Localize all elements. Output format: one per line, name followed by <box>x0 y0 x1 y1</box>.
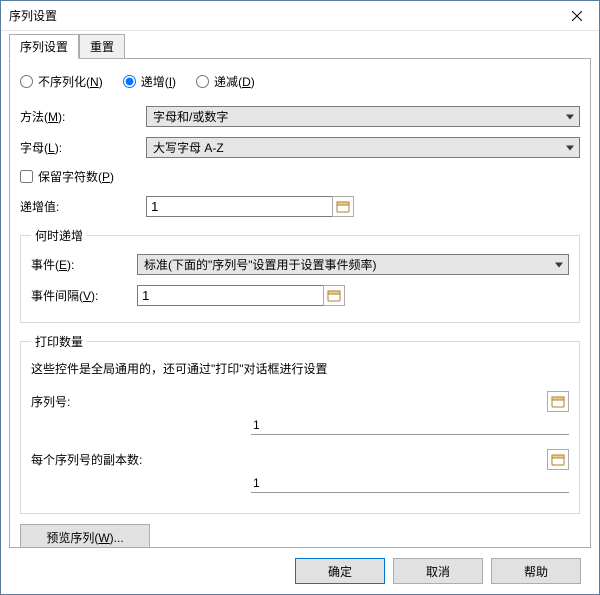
radio-none[interactable]: 不序列化(N) <box>20 73 103 90</box>
radio-none-input[interactable] <box>20 75 33 88</box>
radio-decrement-input[interactable] <box>196 75 209 88</box>
spin-event-interval <box>137 285 317 306</box>
row-event-interval: 事件间隔(V): <box>31 285 569 306</box>
row-copies: 每个序列号的副本数: <box>31 449 569 493</box>
serial-number-source-button[interactable] <box>547 391 569 412</box>
row-serial-number: 序列号: <box>31 391 569 435</box>
combo-alphabet[interactable]: 大写字母 A-Z <box>146 137 580 158</box>
dialog-window: 序列设置 序列设置 重置 不序列化(N) <box>0 0 600 595</box>
radio-none-label: 不序列化(N) <box>38 73 103 90</box>
group-when-increment: 何时递增 事件(E): 标准(下面的"序列号"设置用于设置事件频率) 事件间隔(… <box>20 227 580 323</box>
legend-print-quantity: 打印数量 <box>31 333 87 350</box>
print-description: 这些控件是全局通用的，还可通过"打印"对话框进行设置 <box>31 360 569 377</box>
combo-method-wrap: 字母和/或数字 <box>146 106 580 127</box>
database-icon <box>551 454 565 466</box>
event-interval-source-button[interactable] <box>323 285 345 306</box>
legend-when-increment: 何时递增 <box>31 227 87 244</box>
row-alphabet: 字母(L): 大写字母 A-Z <box>20 137 580 158</box>
tab-serialization[interactable]: 序列设置 <box>9 34 79 59</box>
checkbox-preserve-label: 保留字符数(P) <box>38 168 114 185</box>
row-increment: 递增值: <box>20 196 580 217</box>
spin-event-interval-input[interactable] <box>137 285 323 306</box>
database-icon <box>551 396 565 408</box>
tab-reset[interactable]: 重置 <box>79 34 125 59</box>
group-print-quantity: 打印数量 这些控件是全局通用的，还可通过"打印"对话框进行设置 序列号: <box>20 333 580 514</box>
serial-number-input[interactable] <box>251 416 569 435</box>
copies-input[interactable] <box>251 474 569 493</box>
cancel-button[interactable]: 取消 <box>393 558 483 584</box>
row-event: 事件(E): 标准(下面的"序列号"设置用于设置事件频率) <box>31 254 569 275</box>
spin-increment-input[interactable] <box>146 196 332 217</box>
radio-decrement[interactable]: 递减(D) <box>196 73 255 90</box>
checkbox-preserve-input[interactable] <box>20 170 33 183</box>
tab-serialization-label: 序列设置 <box>20 40 68 54</box>
row-method: 方法(M): 字母和/或数字 <box>20 106 580 127</box>
tabstrip: 序列设置 重置 <box>9 37 591 59</box>
database-icon <box>327 290 341 302</box>
window-title: 序列设置 <box>9 7 554 24</box>
serialize-mode-group: 不序列化(N) 递增(I) 递减(D) <box>20 73 580 90</box>
close-icon <box>572 11 582 21</box>
spin-increment <box>146 196 326 217</box>
radio-decrement-label: 递减(D) <box>214 73 255 90</box>
label-event-interval: 事件间隔(V): <box>31 287 131 304</box>
label-event: 事件(E): <box>31 256 131 273</box>
row-preserve: 保留字符数(P) <box>20 168 580 186</box>
help-button[interactable]: 帮助 <box>491 558 581 584</box>
increment-source-button[interactable] <box>332 196 354 217</box>
combo-event-wrap: 标准(下面的"序列号"设置用于设置事件频率) <box>137 254 569 275</box>
combo-method[interactable]: 字母和/或数字 <box>146 106 580 127</box>
row-preview: 预览序列(W)... <box>20 524 580 548</box>
button-bar: 确定 取消 帮助 <box>9 548 591 594</box>
label-copies: 每个序列号的副本数: <box>31 451 547 468</box>
label-increment: 递增值: <box>20 198 140 215</box>
copies-source-button[interactable] <box>547 449 569 470</box>
combo-alphabet-wrap: 大写字母 A-Z <box>146 137 580 158</box>
client-area: 序列设置 重置 不序列化(N) 递增(I) <box>1 31 599 594</box>
radio-increment[interactable]: 递增(I) <box>123 73 176 90</box>
label-alphabet: 字母(L): <box>20 139 140 156</box>
label-serial-number: 序列号: <box>31 393 547 410</box>
ok-button[interactable]: 确定 <box>295 558 385 584</box>
tabpage-serialization: 不序列化(N) 递增(I) 递减(D) <box>9 59 591 548</box>
titlebar: 序列设置 <box>1 1 599 31</box>
radio-increment-input[interactable] <box>123 75 136 88</box>
label-method: 方法(M): <box>20 108 140 125</box>
close-button[interactable] <box>554 1 599 30</box>
preview-button[interactable]: 预览序列(W)... <box>20 524 150 548</box>
database-icon <box>336 201 350 213</box>
combo-event[interactable]: 标准(下面的"序列号"设置用于设置事件频率) <box>137 254 569 275</box>
tab-reset-label: 重置 <box>90 40 114 54</box>
radio-increment-label: 递增(I) <box>141 73 176 90</box>
checkbox-preserve[interactable]: 保留字符数(P) <box>20 168 114 185</box>
